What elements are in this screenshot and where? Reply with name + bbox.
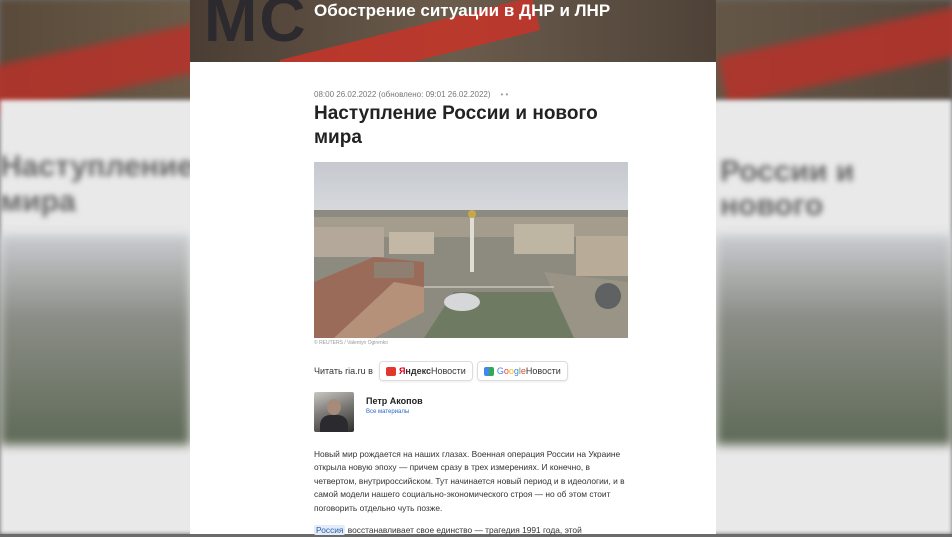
article-title: Наступление России и нового мира	[314, 103, 598, 148]
article-paragraph: Новый мир рождается на наших глазах. Вое…	[314, 449, 625, 513]
share-dots-icon[interactable]: • •	[501, 90, 509, 99]
read-in-row: Читать ria.ru в Яндекс Новости Google Но…	[314, 360, 568, 382]
article-card: 08:00 26.02.2022 (обновлено: 09:01 26.02…	[190, 62, 716, 535]
article-date: 08:00 26.02.2022 (обновлено: 09:01 26.02…	[314, 90, 491, 99]
yandex-brand: Яндекс	[398, 366, 431, 376]
author-all-materials-link[interactable]: Все материалы	[366, 409, 423, 415]
article-meta: 08:00 26.02.2022 (обновлено: 09:01 26.02…	[314, 90, 508, 99]
topic-title[interactable]: Обострение ситуации в ДНР и ЛНР	[314, 0, 614, 21]
article-photo[interactable]	[314, 162, 628, 338]
yandex-news-button[interactable]: Яндекс Новости	[378, 361, 473, 381]
author-avatar[interactable]	[314, 392, 354, 432]
bg-title-right: России и нового	[720, 155, 855, 222]
google-brand: Google	[496, 366, 526, 376]
bg-photo	[716, 235, 952, 445]
bg-title: Наступление Р	[0, 150, 223, 183]
topic-header[interactable]: MC Обострение ситуации в ДНР и ЛНР	[190, 0, 716, 62]
photo-credit: © REUTERS / Valentyn Ogirenko	[314, 340, 388, 346]
article-paragraph-2: Россия восстанавливает свое единство — т…	[314, 525, 582, 535]
google-news-button[interactable]: Google Новости	[476, 361, 568, 381]
yandex-news-label: Новости	[430, 366, 466, 376]
google-news-label: Новости	[525, 366, 561, 376]
author-name[interactable]: Петр Акопов	[366, 396, 423, 406]
author-block: Петр Акопов Все материалы	[314, 392, 423, 432]
city-square-image	[314, 162, 628, 338]
bg-photo	[0, 235, 190, 445]
bg-title-2: мира	[0, 185, 76, 218]
yandex-icon	[385, 366, 396, 376]
google-news-icon	[483, 366, 494, 376]
header-logo: MC	[204, 0, 308, 55]
read-label: Читать ria.ru в	[314, 366, 373, 376]
